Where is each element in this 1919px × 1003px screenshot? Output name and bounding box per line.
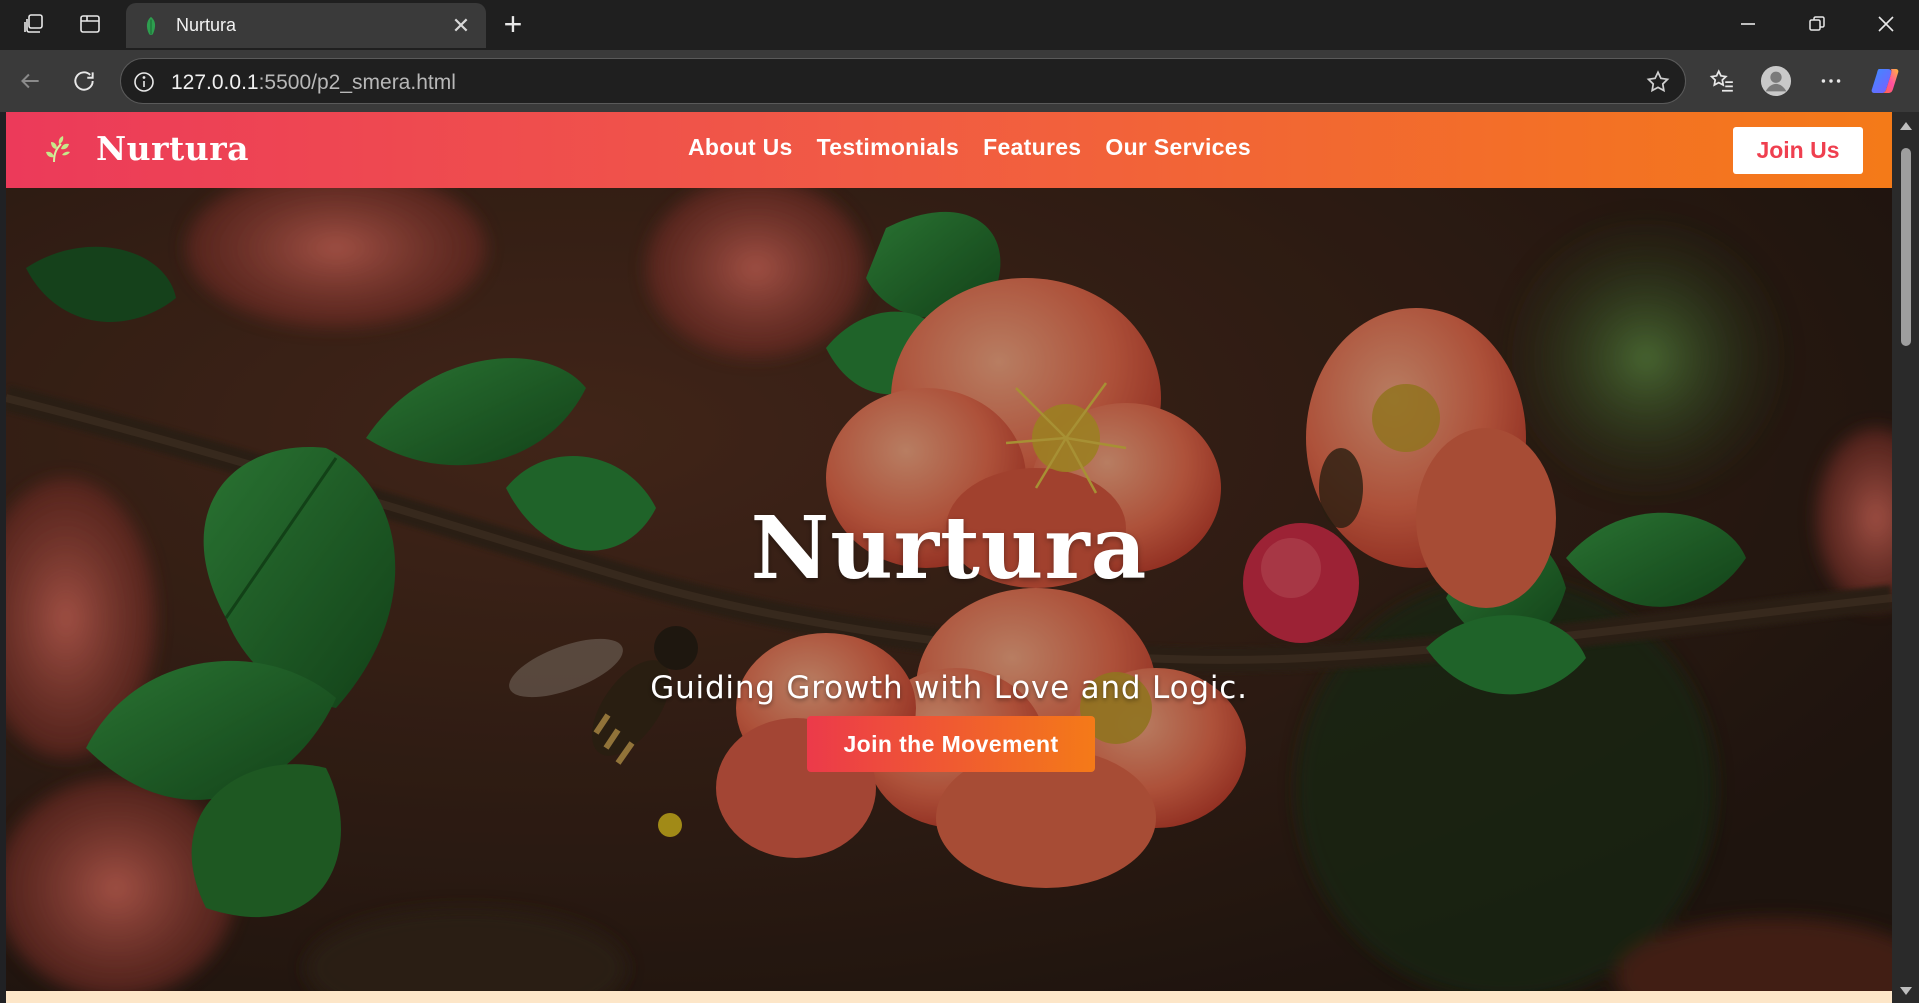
address-bar[interactable]: 127.0.0.1:5500/p2_smera.html: [120, 58, 1686, 104]
leaf-favicon-icon: [146, 16, 156, 35]
tab-title: Nurtura: [176, 15, 237, 35]
star-icon[interactable]: [1645, 69, 1671, 95]
url-path: :5500/p2_smera.html: [258, 71, 456, 94]
browser-tab-strip: Nurtura ✕ +: [0, 0, 1919, 50]
reload-icon[interactable]: [68, 65, 100, 97]
url-host: 127.0.0.1: [171, 71, 259, 94]
back-icon[interactable]: [14, 65, 46, 97]
nav-our-services[interactable]: Our Services: [1105, 134, 1251, 161]
minimize-icon[interactable]: [1736, 12, 1760, 36]
more-icon[interactable]: [1815, 65, 1847, 97]
favorites-icon[interactable]: [1706, 65, 1738, 97]
workspaces-icon[interactable]: [22, 11, 48, 37]
page-scrollbar[interactable]: [1892, 112, 1919, 1003]
close-tab-icon[interactable]: ✕: [450, 14, 472, 37]
scroll-up-icon[interactable]: [1900, 122, 1912, 130]
tab-nurtura[interactable]: Nurtura ✕: [126, 3, 486, 48]
next-section-edge: [6, 991, 1892, 1003]
nav-about-us[interactable]: About Us: [688, 134, 793, 161]
browser-toolbar: 127.0.0.1:5500/p2_smera.html: [0, 50, 1919, 112]
join-the-movement-button[interactable]: Join the Movement: [807, 716, 1095, 772]
nav-testimonials[interactable]: Testimonials: [817, 134, 960, 161]
scrollbar-thumb[interactable]: [1901, 148, 1911, 346]
brand[interactable]: Nurtura: [42, 129, 249, 168]
scroll-down-icon[interactable]: [1900, 987, 1912, 995]
hero-title: Nurtura: [750, 498, 1148, 599]
nav-features[interactable]: Features: [983, 134, 1081, 161]
profile-icon[interactable]: [1760, 65, 1792, 97]
sprout-logo-icon: [46, 135, 70, 162]
main-nav: About Us Testimonials Features Our Servi…: [688, 134, 1251, 161]
site-header: Nurtura About Us Testimonials Features O…: [6, 112, 1892, 188]
close-window-icon[interactable]: [1874, 12, 1898, 36]
info-icon[interactable]: [132, 70, 156, 94]
restore-icon[interactable]: [1805, 12, 1829, 36]
copilot-icon[interactable]: [1869, 65, 1901, 97]
join-us-button[interactable]: Join Us: [1733, 127, 1863, 174]
brand-name: Nurtura: [96, 129, 250, 168]
page-viewport: Nurtura About Us Testimonials Features O…: [6, 112, 1892, 1003]
new-tab-button[interactable]: +: [498, 8, 528, 40]
url-text[interactable]: 127.0.0.1:5500/p2_smera.html: [171, 71, 456, 95]
tab-actions-icon[interactable]: [77, 11, 103, 37]
hero-section: Nurtura Guiding Growth with Love and Log…: [6, 188, 1892, 1003]
hero-subtitle: Guiding Growth with Love and Logic.: [650, 670, 1248, 706]
